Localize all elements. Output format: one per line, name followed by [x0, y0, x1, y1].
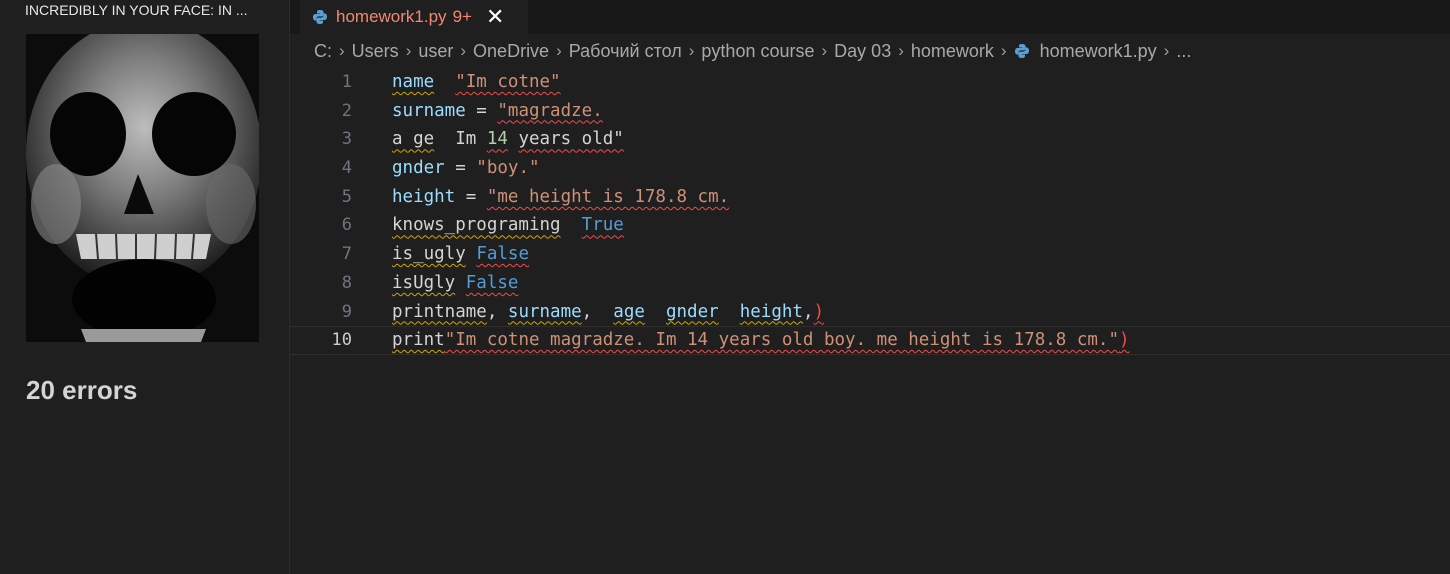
line-number: 3 [341, 129, 352, 150]
chevron-right-icon: › [339, 41, 345, 60]
tab-homework1[interactable]: homework1.py 9+ ✕ [300, 0, 528, 34]
code-editor: homework1.py 9+ ✕ C: › Users › user › On… [290, 0, 1450, 574]
code-line[interactable]: 4 gnder = "boy." [290, 154, 1450, 183]
chevron-right-icon: › [1163, 41, 1170, 60]
line-number: 4 [341, 158, 352, 179]
line-number: 2 [341, 100, 352, 121]
tab-filename: homework1.py [336, 7, 447, 26]
breadcrumb-python-course[interactable]: python course [701, 41, 814, 62]
line-content: gnder = "boy." [392, 158, 540, 179]
line-content: isUgly False [392, 272, 519, 293]
code-line[interactable]: 1 name "Im cotne" [290, 68, 1450, 97]
chevron-right-icon: › [405, 41, 412, 60]
breadcrumb-file[interactable]: homework1.py [1040, 41, 1157, 62]
error-count: 20 errors [26, 375, 138, 405]
chevron-right-icon: › [1000, 41, 1007, 60]
chevron-right-icon: › [460, 41, 467, 60]
line-number: 1 [341, 72, 352, 92]
line-number: 8 [341, 272, 352, 293]
breadcrumb-desktop[interactable]: Рабочий стол [569, 41, 682, 62]
breadcrumb-drive[interactable]: C: [314, 41, 332, 62]
code-line[interactable]: 2 surname = "magradze. [290, 97, 1450, 126]
line-content: a ge Im 14 years old" [392, 129, 624, 150]
chevron-right-icon: › [898, 41, 904, 60]
python-file-icon [313, 10, 327, 24]
breadcrumb: C: › Users › user › OneDrive › Рабочий с… [314, 38, 1191, 64]
line-number: 9 [341, 301, 352, 322]
breadcrumb-onedrive[interactable]: OneDrive [473, 41, 549, 62]
chevron-right-icon: › [688, 41, 695, 60]
line-number: 10 [331, 330, 352, 351]
skull-thumbnail[interactable] [26, 34, 259, 342]
line-content: printname, surname, age gnder height,) [392, 301, 825, 322]
python-file-icon [1014, 44, 1029, 58]
line-number: 5 [341, 186, 352, 207]
code-line[interactable]: 7 is_ugly False [290, 240, 1450, 269]
code-line[interactable]: 9 printname, surname, age gnder height,) [290, 298, 1450, 327]
line-number: 7 [341, 244, 352, 265]
video-title[interactable]: INCREDIBLY IN YOUR FACE: IN ... [25, 1, 270, 19]
code-area[interactable]: 1 name "Im cotne" 2 surname = "magradze.… [290, 68, 1450, 355]
breadcrumb-day03[interactable]: Day 03 [834, 41, 891, 62]
breadcrumb-users[interactable]: Users [352, 41, 399, 62]
line-number: 6 [341, 215, 352, 236]
code-line[interactable]: 8 isUgly False [290, 269, 1450, 298]
tab-bar: homework1.py 9+ ✕ [290, 0, 1450, 34]
video-panel: INCREDIBLY IN YOUR FACE: IN ... 20 error… [0, 0, 290, 574]
line-content: surname = "magradze. [392, 100, 603, 121]
breadcrumb-homework[interactable]: homework [911, 41, 994, 62]
line-content: knows_programing True [392, 215, 624, 236]
code-line[interactable]: 6 knows_programing True [290, 211, 1450, 240]
close-icon[interactable]: ✕ [486, 6, 504, 28]
problems-badge: 9+ [452, 7, 472, 26]
chevron-right-icon: › [821, 41, 828, 60]
line-content: name "Im cotne" [392, 72, 561, 92]
line-content: print"Im cotne magradze. Im 14 years old… [392, 330, 1130, 351]
code-line[interactable]: 5 height = "me height is 178.8 cm. [290, 183, 1450, 212]
breadcrumb-symbols[interactable]: ... [1176, 41, 1191, 62]
chevron-right-icon: › [556, 41, 562, 60]
code-line[interactable]: 3 a ge Im 14 years old" [290, 125, 1450, 154]
line-content: is_ugly False [392, 244, 529, 265]
line-content: height = "me height is 178.8 cm. [392, 186, 730, 207]
code-line-current[interactable]: 10 print"Im cotne magradze. Im 14 years … [290, 326, 1450, 355]
breadcrumb-user[interactable]: user [418, 41, 453, 62]
